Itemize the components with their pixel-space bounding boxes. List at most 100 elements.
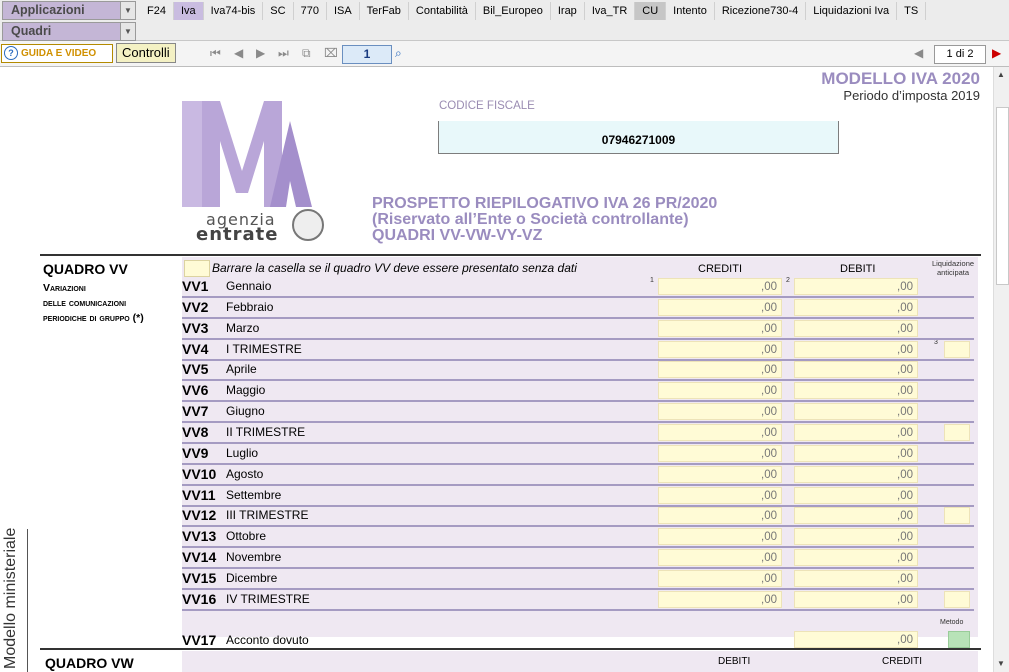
crediti-field[interactable]: ,00 [658,278,782,295]
crediti-field[interactable]: ,00 [658,361,782,379]
row-code: VV4 [182,340,209,357]
debiti-field[interactable]: ,00 [794,444,918,462]
scroll-up-icon[interactable]: ▲ [997,70,1005,79]
debiti-field[interactable]: ,00 [794,361,918,379]
last-page-icon[interactable]: ⏭ [278,46,289,61]
tab-iva-tr[interactable]: Iva_TR [585,2,636,20]
crediti-field[interactable]: ,00 [658,590,782,608]
tab-f24[interactable]: F24 [140,2,174,20]
guida-label: GUIDA E VIDEO [21,48,97,59]
row-label: II TRIMESTRE [226,424,306,439]
vertical-scrollbar[interactable]: ▲ ▼ [993,67,1009,672]
prev-page-icon[interactable]: ◀ [234,46,243,60]
crediti-field[interactable]: ,00 [658,319,782,337]
liquidazione-field[interactable] [944,590,970,608]
debiti-field[interactable]: ,00 [794,486,918,504]
quadri-dropdown[interactable]: Quadri ▼ [2,22,136,41]
crediti-header: CREDITI [698,263,742,275]
next-page-icon[interactable]: ▶ [256,46,265,60]
debiti-field[interactable]: ,00 [794,340,918,358]
tab-cu[interactable]: CU [635,2,667,20]
tab-ts[interactable]: TS [897,2,927,20]
debiti-field[interactable]: ,00 [794,319,918,337]
debiti-field[interactable]: ,00 [794,590,918,608]
tab-iva74-bis[interactable]: Iva74-bis [204,2,264,20]
chevron-down-icon[interactable]: ▼ [120,23,135,40]
page-count: 1 di 2 [934,45,986,64]
crediti-field[interactable]: ,00 [658,549,782,567]
debiti-field[interactable]: ,00 [794,549,918,567]
page-number-input[interactable]: 1 [342,45,392,64]
debiti-field[interactable]: ,00 [794,423,918,441]
debiti-field[interactable]: ,00 [794,382,918,400]
debiti-field[interactable]: ,00 [794,298,918,316]
senza-dati-label: Barrare la casella se il quadro VV deve … [212,261,577,275]
applicazioni-dropdown[interactable]: Applicazioni ▼ [2,1,136,20]
copy-page-icon[interactable]: ⧉ [302,46,311,61]
crediti-field[interactable]: ,00 [658,507,782,525]
crediti-field[interactable]: ,00 [658,528,782,546]
codice-fiscale-field[interactable]: 07946271009 [438,121,839,154]
tab-irap[interactable]: Irap [551,2,585,20]
help-icon: ? [4,46,18,61]
controlli-button[interactable]: Controlli [116,43,176,63]
row-code: VV3 [182,319,209,336]
tab-liquidazioni-iva[interactable]: Liquidazioni Iva [806,2,898,20]
subtitle-line: periodiche di gruppo (*) [43,312,144,324]
first-page-icon[interactable]: ⏮ [210,46,221,61]
crediti-field[interactable]: ,00 [658,465,782,483]
crediti-field[interactable]: ,00 [658,298,782,316]
crediti-field[interactable]: ,00 [658,423,782,441]
debiti-field[interactable]: ,00 [794,528,918,546]
vv-row: VV1 Gennaio ,00 ,00 [182,276,974,298]
tab-sc[interactable]: SC [263,2,294,20]
debiti-field[interactable]: ,00 [794,569,918,587]
crediti-field[interactable]: ,00 [658,340,782,358]
vw-crediti-header: CREDITI [882,656,922,667]
crediti-field[interactable]: ,00 [658,569,782,587]
row-label: I TRIMESTRE [226,341,302,356]
quadro-vw-title: QUADRO VW [45,655,134,671]
debiti-field[interactable]: ,00 [794,507,918,525]
row-code: VV15 [182,569,217,586]
scroll-down-icon[interactable]: ▼ [997,659,1005,668]
debiti-field[interactable]: ,00 [794,403,918,421]
chevron-down-icon[interactable]: ▼ [120,2,135,19]
next-module-icon[interactable]: ▶ [992,46,1001,60]
debiti-field[interactable]: ,00 [794,278,918,295]
guida-video-button[interactable]: ? GUIDA E VIDEO [1,44,113,63]
senza-dati-checkbox[interactable] [184,260,210,277]
tab-intento[interactable]: Intento [666,2,715,20]
quadri-label: Quadri [11,24,52,38]
tab-isa[interactable]: ISA [327,2,360,20]
scroll-thumb[interactable] [996,107,1009,285]
vv-row: VV5 Aprile ,00 ,00 [182,359,974,382]
tab-bil-europeo[interactable]: Bil_Europeo [476,2,551,20]
application-toolbar: Applicazioni ▼ F24 Iva Iva74-bis SC 770 ISA Te… [0,0,1009,23]
debiti-field[interactable]: ,00 [794,465,918,483]
tab-contabilit-[interactable]: Contabilità [409,2,476,20]
metodo-field[interactable] [948,631,970,648]
subtitle-line: Variazioni [43,282,86,294]
liquidazione-field[interactable] [944,423,970,441]
tab-iva[interactable]: Iva [173,2,204,20]
crediti-field[interactable]: ,00 [658,403,782,421]
crediti-field[interactable]: ,00 [658,486,782,504]
tab-ricezione730-4[interactable]: Ricezione730-4 [715,2,807,20]
row-label: Febbraio [226,299,274,314]
crediti-field[interactable]: ,00 [658,444,782,462]
crediti-field[interactable]: ,00 [658,382,782,400]
codice-fiscale-value: 07946271009 [601,133,676,147]
row-code: VV17 [182,632,217,648]
quadro-vw-background [182,651,978,672]
modello-ministeriale-label: Modello ministeriale [2,527,19,669]
liquidazione-field[interactable] [944,340,970,358]
prev-module-icon[interactable]: ◀ [914,46,923,60]
search-page-icon[interactable]: ⌕ [395,46,402,61]
tab-770[interactable]: 770 [294,2,327,20]
row-code: VV16 [182,590,217,607]
delete-page-icon[interactable]: ⌧ [324,46,338,60]
liquidazione-field[interactable] [944,507,970,525]
tab-terfab[interactable]: TerFab [360,2,409,20]
acconto-field[interactable]: ,00 [794,631,918,648]
